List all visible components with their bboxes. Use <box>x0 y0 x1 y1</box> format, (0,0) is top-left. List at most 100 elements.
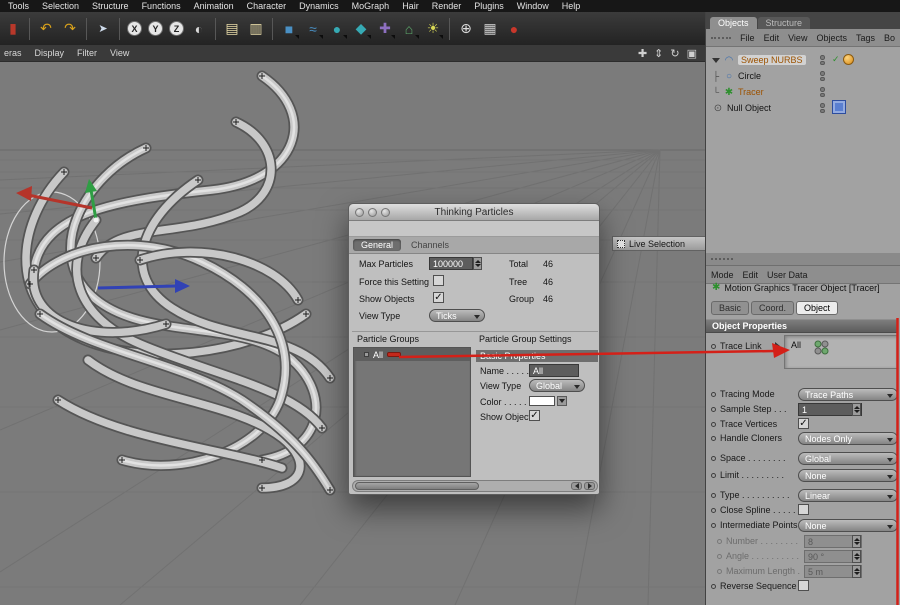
nurbs-icon[interactable]: ● <box>326 16 348 42</box>
om-menu-tags[interactable]: Tags <box>856 33 875 43</box>
spreadsheet-icon[interactable]: ▦ <box>479 16 501 42</box>
keyframe-circle-icon[interactable] <box>711 455 716 461</box>
group-color-swatch[interactable] <box>387 352 402 357</box>
selection-arrow-icon[interactable]: ➤ <box>92 16 114 42</box>
coordinate-system-icon[interactable]: ◐ <box>188 16 210 42</box>
scrollbar-thumb[interactable] <box>355 482 479 490</box>
zoom-button[interactable] <box>381 208 390 217</box>
object-row-tracer[interactable]: └ ✱ Tracer <box>706 84 900 100</box>
menu-mograph[interactable]: MoGraph <box>352 0 390 12</box>
menu-selection[interactable]: Selection <box>42 0 79 12</box>
tab-general[interactable]: General <box>353 239 402 251</box>
close-button[interactable] <box>355 208 364 217</box>
viewport-menu-filter[interactable]: Filter <box>77 48 97 58</box>
dialog-titlebar[interactable]: Thinking Particles <box>349 204 599 221</box>
om-menu-bookmarks[interactable]: Bo <box>884 33 895 43</box>
viewport-menu-cameras[interactable]: eras <box>4 48 22 58</box>
object-row-null-object[interactable]: ⊙ Null Object <box>706 100 900 116</box>
menu-hair[interactable]: Hair <box>402 0 419 12</box>
keyframe-circle-icon[interactable] <box>711 492 716 498</box>
menu-tools[interactable]: Tools <box>8 0 29 12</box>
render-settings-icon[interactable]: ▥ <box>245 16 267 42</box>
tag-icon[interactable] <box>832 100 846 114</box>
tracing-mode-select[interactable]: Trace Paths <box>798 388 898 401</box>
tab-object[interactable]: Object <box>796 301 839 315</box>
am-menu-mode[interactable]: Mode <box>711 270 734 280</box>
environment-icon[interactable]: ⌂ <box>398 16 420 42</box>
attribute-manager-header[interactable] <box>706 253 900 266</box>
space-select[interactable]: Global <box>798 452 898 465</box>
am-menu-edit[interactable]: Edit <box>743 270 759 280</box>
reverse-sequence-checkbox[interactable] <box>798 580 809 591</box>
show-object-checkbox[interactable]: ✓ <box>529 410 540 421</box>
menu-animation[interactable]: Animation <box>194 0 234 12</box>
limit-select[interactable]: None <box>798 469 898 482</box>
visibility-dots[interactable] <box>820 87 825 97</box>
om-menu-objects[interactable]: Objects <box>816 33 847 43</box>
menu-help[interactable]: Help <box>562 0 581 12</box>
visibility-dots[interactable] <box>820 71 825 81</box>
handle-cloners-select[interactable]: Nodes Only <box>798 432 898 445</box>
force-setting-checkbox[interactable] <box>433 275 444 286</box>
minimize-button[interactable] <box>368 208 377 217</box>
om-menu-view[interactable]: View <box>788 33 807 43</box>
keyframe-circle-icon[interactable] <box>711 522 716 528</box>
axis-y-lock-icon[interactable]: Y <box>148 21 163 36</box>
keyframe-circle-icon[interactable] <box>711 421 716 427</box>
keyframe-circle-icon[interactable] <box>711 472 716 478</box>
tab-basic[interactable]: Basic <box>711 301 750 315</box>
viewport-menu-view[interactable]: View <box>110 48 129 58</box>
toggle-view-icon[interactable]: ▣ <box>687 47 697 60</box>
keyframe-circle-icon[interactable] <box>711 583 716 589</box>
expander-icon[interactable] <box>712 57 720 63</box>
horizontal-scrollbar[interactable] <box>352 480 598 492</box>
record-icon[interactable]: ● <box>503 16 525 42</box>
om-menu-edit[interactable]: Edit <box>764 33 780 43</box>
visibility-dots[interactable] <box>820 55 825 65</box>
axis-z-lock-icon[interactable]: Z <box>169 21 184 36</box>
menu-window[interactable]: Window <box>517 0 549 12</box>
keyframe-circle-icon[interactable] <box>711 344 716 349</box>
menu-structure[interactable]: Structure <box>92 0 129 12</box>
new-scene-icon[interactable]: ▤ <box>221 16 243 42</box>
object-properties-header[interactable]: Object Properties <box>706 319 898 333</box>
particle-group-item-all[interactable]: All <box>354 348 470 361</box>
stepper-arrows[interactable] <box>473 257 482 270</box>
tab-objects[interactable]: Objects <box>710 17 757 29</box>
trace-vertices-checkbox[interactable]: ✓ <box>798 418 809 429</box>
panel-grip-icon[interactable] <box>711 258 733 260</box>
intermediate-points-select[interactable]: None <box>798 519 898 532</box>
stepper-arrows[interactable] <box>852 403 861 416</box>
am-menu-user-data[interactable]: User Data <box>767 270 808 280</box>
light-icon[interactable]: ☀ <box>422 16 444 42</box>
menu-render[interactable]: Render <box>432 0 462 12</box>
zoom-view-icon[interactable]: ⇕ <box>654 47 663 60</box>
modeling-icon[interactable]: ◆ <box>350 16 372 42</box>
menu-plugins[interactable]: Plugins <box>474 0 504 12</box>
spline-icon[interactable]: ≈ <box>302 16 324 42</box>
close-spline-checkbox[interactable] <box>798 504 809 515</box>
menu-functions[interactable]: Functions <box>142 0 181 12</box>
menu-dynamics[interactable]: Dynamics <box>299 0 339 12</box>
view-type-select[interactable]: Ticks <box>429 309 485 322</box>
rotate-view-icon[interactable]: ↻ <box>670 47 679 60</box>
deformer-icon[interactable]: ✚ <box>374 16 396 42</box>
tab-coord[interactable]: Coord. <box>751 301 795 315</box>
tab-structure[interactable]: Structure <box>757 17 811 29</box>
max-particles-input[interactable]: 100000 <box>429 257 473 270</box>
keyframe-circle-icon[interactable] <box>711 406 716 412</box>
viewport-menu-display[interactable]: Display <box>35 48 65 58</box>
color-popup-button[interactable] <box>557 396 567 406</box>
color-swatch[interactable] <box>529 396 555 406</box>
tag-icon[interactable] <box>843 54 854 65</box>
name-input[interactable]: All <box>529 364 579 377</box>
scroll-left-button[interactable] <box>571 482 582 490</box>
sample-step-input[interactable]: 1 <box>798 403 862 416</box>
scroll-right-button[interactable] <box>584 482 595 490</box>
visibility-dots[interactable] <box>820 103 825 113</box>
om-menu-file[interactable]: File <box>740 33 755 43</box>
menu-character[interactable]: Character <box>247 0 287 12</box>
panel-grip-icon[interactable] <box>711 36 732 39</box>
object-row-circle[interactable]: ├ ○ Circle <box>706 68 900 84</box>
enable-check-icon[interactable]: ✓ <box>832 54 840 65</box>
